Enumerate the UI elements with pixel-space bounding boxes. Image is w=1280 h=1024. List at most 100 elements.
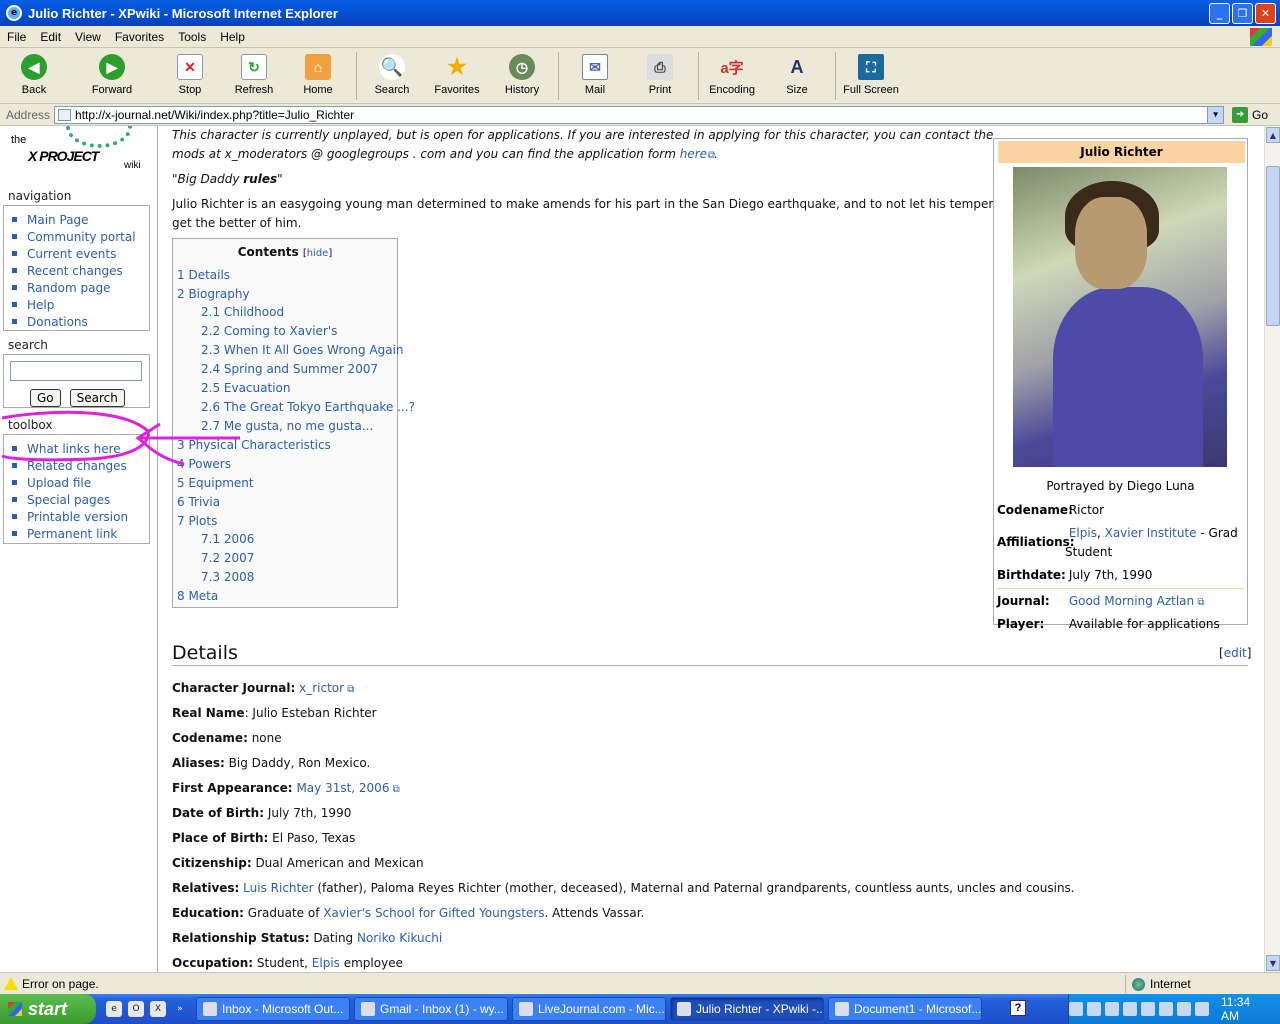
- ie-quicklaunch-icon[interactable]: e: [106, 1001, 122, 1017]
- sidebar-item-permanent-link[interactable]: Permanent link: [12, 525, 145, 542]
- stop-button[interactable]: ✕ Stop: [160, 54, 220, 96]
- print-button[interactable]: ⎙ Print: [630, 54, 690, 96]
- scroll-down-icon[interactable]: ▼: [1266, 955, 1280, 971]
- toc-hide-link[interactable]: hide: [307, 248, 329, 259]
- tray-icon[interactable]: [1195, 1002, 1209, 1016]
- back-button[interactable]: ◀ Back: [4, 54, 64, 96]
- sidebar-item-recent-changes[interactable]: Recent changes: [12, 262, 145, 279]
- school-link[interactable]: Xavier's School for Gifted Youngsters: [323, 906, 544, 920]
- task-gmail[interactable]: Gmail - Inbox (1) - wy...: [354, 997, 508, 1021]
- toc-item[interactable]: 2.4 Spring and Summer 2007: [201, 362, 378, 376]
- relative-link[interactable]: Luis Richter: [243, 881, 313, 895]
- menu-help[interactable]: Help: [213, 30, 252, 44]
- detail-aliases: Aliases: Big Daddy, Ron Mexico.: [172, 756, 370, 770]
- sidebar-item-random-page[interactable]: Random page: [12, 279, 145, 296]
- menu-tools[interactable]: Tools: [171, 30, 213, 44]
- partner-link[interactable]: Noriko Kikuchi: [357, 931, 442, 945]
- xavier-institute-link[interactable]: Xavier Institute: [1105, 526, 1197, 540]
- scroll-thumb[interactable]: [1266, 166, 1280, 326]
- toc-item[interactable]: 6 Trivia: [177, 495, 220, 509]
- journal-community-link[interactable]: Good Morning Aztlan: [1069, 594, 1194, 608]
- fullscreen-button[interactable]: ⛶ Full Screen: [841, 54, 901, 96]
- sidebar-item-main-page[interactable]: Main Page: [12, 211, 145, 228]
- task-word-document[interactable]: Document1 - Microsof...: [828, 997, 982, 1021]
- tray-icon[interactable]: [1159, 1002, 1173, 1016]
- task-julio-richter[interactable]: Julio Richter - XPwiki -...: [670, 997, 824, 1021]
- application-form-link[interactable]: here: [680, 147, 707, 161]
- more-chevron-icon[interactable]: »: [172, 1001, 188, 1017]
- toc-item[interactable]: 2.2 Coming to Xavier's: [201, 324, 337, 338]
- outlook-quicklaunch-icon[interactable]: O: [128, 1001, 144, 1017]
- history-button[interactable]: ◷ History: [492, 54, 552, 96]
- sidebar-item-donations[interactable]: Donations: [12, 313, 145, 330]
- search-input[interactable]: [10, 361, 142, 381]
- start-button[interactable]: start: [0, 994, 96, 1024]
- go-search-button[interactable]: Go: [30, 389, 61, 407]
- home-button[interactable]: ⌂ Home: [288, 54, 348, 96]
- menu-view[interactable]: View: [68, 30, 108, 44]
- tray-icon[interactable]: [1123, 1002, 1137, 1016]
- address-url[interactable]: http://x-journal.net/Wiki/index.php?titl…: [75, 108, 354, 122]
- toc-item[interactable]: 2 Biography: [177, 287, 250, 301]
- employer-link[interactable]: Elpis: [312, 956, 340, 970]
- tray-icon[interactable]: [1105, 1002, 1119, 1016]
- close-button[interactable]: ✕: [1255, 3, 1276, 24]
- toc-item[interactable]: 1 Details: [177, 268, 230, 282]
- chevron-down-icon[interactable]: ▼: [1207, 106, 1224, 123]
- toc-item[interactable]: 7.3 2008: [201, 570, 254, 584]
- task-livejournal[interactable]: LiveJournal.com - Mic...: [512, 997, 666, 1021]
- favorites-button[interactable]: ★ Favorites: [427, 54, 487, 96]
- toc-item[interactable]: 8 Meta: [177, 589, 218, 603]
- refresh-button[interactable]: ↻ Refresh: [224, 54, 284, 96]
- clock[interactable]: 11:34 AM: [1221, 995, 1270, 1023]
- first-appearance-link[interactable]: May 31st, 2006: [296, 781, 389, 795]
- sidebar-item-community-portal[interactable]: Community portal: [12, 228, 145, 245]
- toc-item[interactable]: 2.5 Evacuation: [201, 381, 290, 395]
- sidebar-item-what-links-here[interactable]: What links here: [12, 440, 145, 457]
- menu-favorites[interactable]: Favorites: [108, 30, 171, 44]
- sidebar-item-help[interactable]: Help: [12, 296, 145, 313]
- minimize-button[interactable]: _: [1209, 3, 1230, 24]
- sidebar-item-printable-version[interactable]: Printable version: [12, 508, 145, 525]
- toc-item[interactable]: 2.3 When It All Goes Wrong Again: [201, 343, 404, 357]
- sidebar-item-related-changes[interactable]: Related changes: [12, 457, 145, 474]
- sidebar-item-special-pages[interactable]: Special pages: [12, 491, 145, 508]
- vertical-scrollbar[interactable]: ▲ ▼: [1264, 126, 1280, 972]
- menu-file[interactable]: File: [0, 30, 33, 44]
- tray-icon[interactable]: [1087, 1002, 1101, 1016]
- address-input[interactable]: http://x-journal.net/Wiki/index.php?titl…: [54, 105, 1225, 124]
- tray-icon[interactable]: [1069, 1002, 1083, 1016]
- site-logo[interactable]: the X PROJECT wiki: [8, 126, 148, 176]
- toc-item[interactable]: 7.1 2006: [201, 532, 254, 546]
- maximize-button[interactable]: ❐: [1232, 3, 1253, 24]
- search-button[interactable]: 🔍 Search: [362, 54, 422, 96]
- search-icon: 🔍: [379, 54, 405, 80]
- toc-item[interactable]: 2.7 Me gusta, no me gusta...: [201, 419, 373, 433]
- toc-item[interactable]: 4 Powers: [177, 457, 231, 471]
- sidebar-item-current-events[interactable]: Current events: [12, 245, 145, 262]
- tray-icon[interactable]: [1141, 1002, 1155, 1016]
- toc-item[interactable]: 3 Physical Characteristics: [177, 438, 331, 452]
- go-button[interactable]: ➜ Go: [1232, 106, 1268, 123]
- sidebar-item-upload-file[interactable]: Upload file: [12, 474, 145, 491]
- toc-item[interactable]: 7.2 2007: [201, 551, 254, 565]
- toc-item[interactable]: 7 Plots: [177, 514, 217, 528]
- toc-item[interactable]: 2.6 The Great Tokyo Earthquake ...?: [201, 400, 415, 414]
- menu-edit[interactable]: Edit: [33, 30, 68, 44]
- mail-button[interactable]: ✉ Mail: [565, 54, 625, 96]
- scroll-up-icon[interactable]: ▲: [1266, 127, 1280, 143]
- help-icon[interactable]: ?: [1010, 1000, 1026, 1016]
- task-outlook[interactable]: Inbox - Microsoft Out...: [196, 997, 350, 1021]
- forward-button[interactable]: ▶ Forward: [82, 54, 142, 96]
- excel-quicklaunch-icon[interactable]: X: [150, 1001, 166, 1017]
- tray-icon[interactable]: [1177, 1002, 1191, 1016]
- toc-item[interactable]: 2.1 Childhood: [201, 305, 284, 319]
- size-button[interactable]: A Size: [767, 54, 827, 97]
- character-photo[interactable]: [1013, 167, 1227, 467]
- encoding-button[interactable]: a字 Encoding: [702, 54, 762, 97]
- toc-item[interactable]: 5 Equipment: [177, 476, 254, 490]
- search-submit-button[interactable]: Search: [69, 389, 125, 407]
- edit-link[interactable]: edit: [1224, 646, 1247, 660]
- warning-icon[interactable]: [4, 977, 18, 990]
- journal-link[interactable]: x_rictor: [299, 681, 344, 695]
